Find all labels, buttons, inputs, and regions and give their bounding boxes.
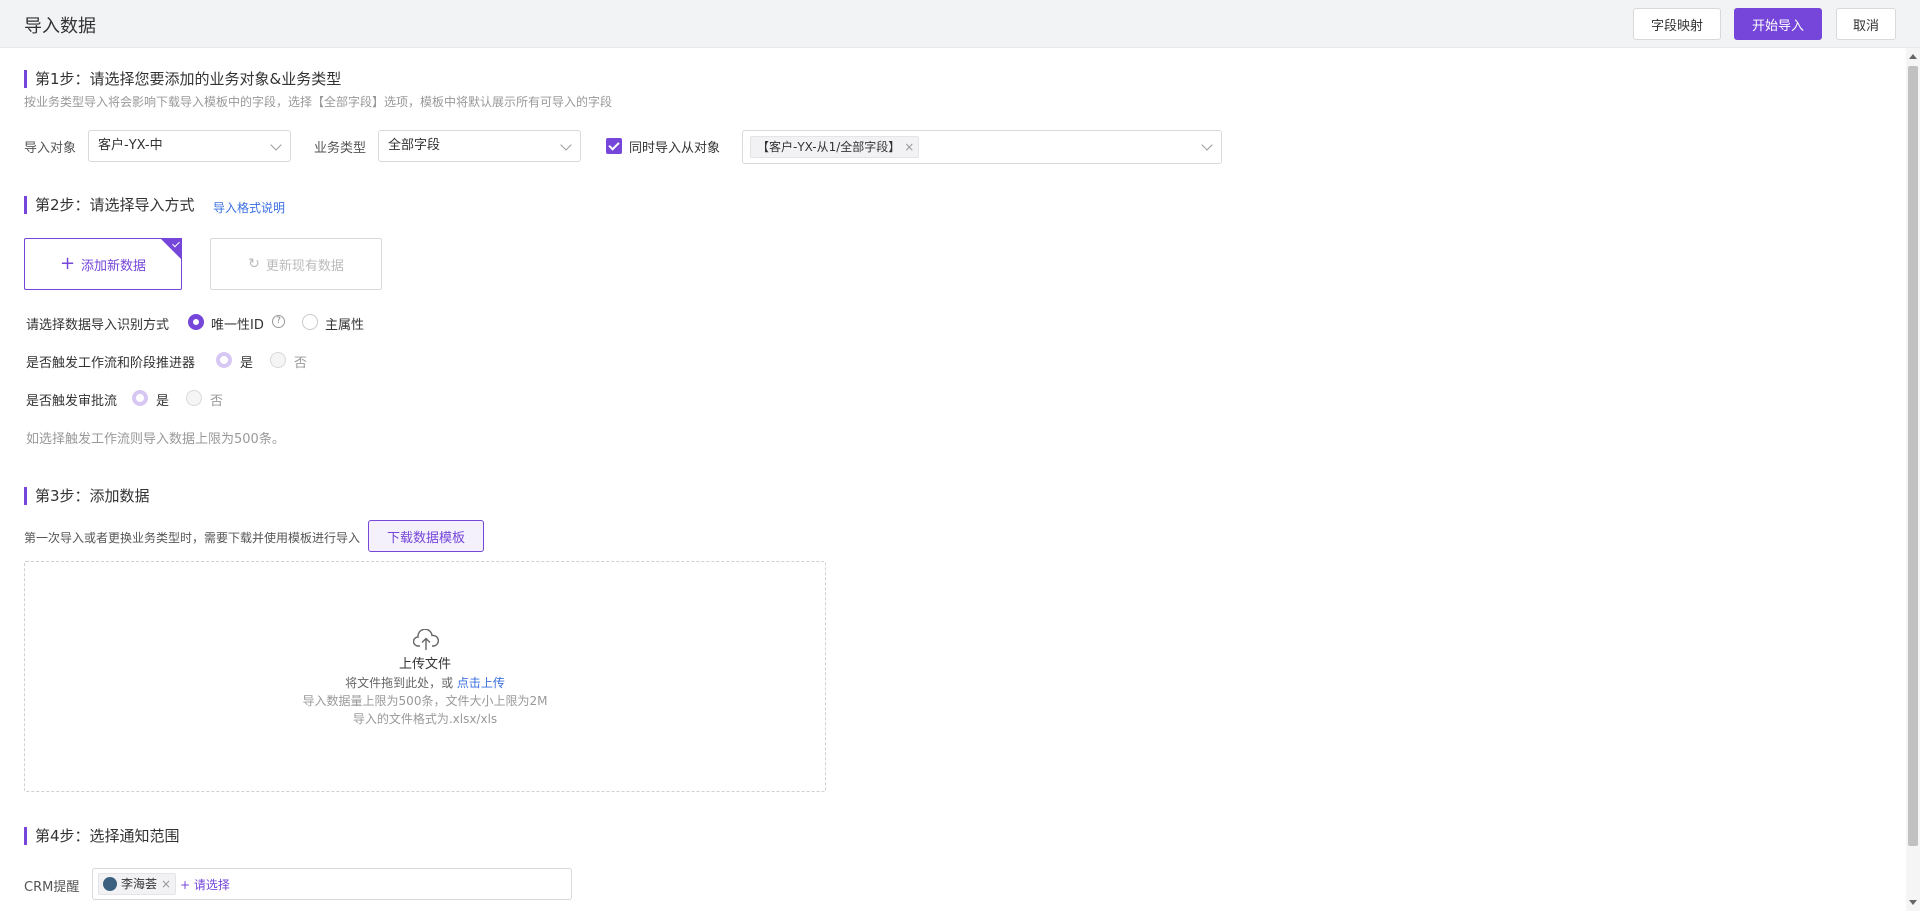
radio-approval-yes[interactable] [132, 390, 148, 406]
vertical-scrollbar[interactable] [1906, 48, 1920, 911]
update-existing-data-label: 更新现有数据 [265, 258, 344, 274]
start-import-button[interactable]: 开始导入 [1734, 8, 1822, 40]
chevron-down-icon [1201, 139, 1213, 151]
cancel-button[interactable]: 取消 [1836, 8, 1896, 40]
add-user-button[interactable]: + 请选择 [180, 876, 230, 893]
plus-icon: + [59, 253, 76, 274]
business-type-select[interactable]: 全部字段 [378, 130, 581, 162]
scrollbar-thumb[interactable] [1908, 66, 1918, 846]
sub-object-checkbox-label: 同时导入从对象 [629, 141, 721, 156]
radio-main-attribute-label: 主属性 [325, 318, 365, 333]
sub-object-checkbox[interactable] [606, 138, 622, 154]
cloud-upload-icon [413, 629, 439, 650]
click-upload-link[interactable]: 点击上传 [457, 676, 505, 690]
upload-format-text: 导入的文件格式为.xlsx/xls [352, 712, 498, 726]
refresh-icon: ↻ [248, 256, 260, 272]
add-new-data-card[interactable]: + 添加新数据 [24, 238, 182, 290]
import-object-label: 导入对象 [24, 141, 77, 156]
import-object-value: 客户-YX-中 [98, 138, 163, 153]
update-existing-data-card[interactable]: ↻ 更新现有数据 [210, 238, 382, 290]
upload-title: 上传文件 [398, 657, 451, 672]
chevron-down-icon [270, 139, 282, 151]
page-title: 导入数据 [24, 16, 96, 37]
add-new-data-label: 添加新数据 [81, 258, 147, 274]
field-mapping-button[interactable]: 字段映射 [1633, 8, 1721, 40]
upload-drag-text: 将文件拖到此处，或 点击上传 [25, 674, 825, 691]
radio-workflow-yes-label: 是 [240, 356, 254, 371]
radio-workflow-yes[interactable] [216, 352, 232, 368]
close-icon[interactable]: × [904, 137, 914, 157]
user-tag-label: 李海荟 [121, 877, 158, 891]
import-format-link[interactable]: 导入格式说明 [213, 199, 285, 216]
workflow-trigger-label: 是否触发工作流和阶段推进器 [26, 356, 196, 371]
radio-approval-yes-label: 是 [156, 394, 170, 409]
step2-title: 第2步：请选择导入方式 [24, 196, 195, 214]
upload-dropzone[interactable]: 上传文件 将文件拖到此处，或 点击上传 导入数据量上限为500条，文件大小上限为… [24, 561, 826, 792]
upload-drag-label: 将文件拖到此处，或 [345, 676, 454, 690]
step3-title: 第3步：添加数据 [24, 487, 150, 505]
radio-approval-no-label: 否 [210, 394, 224, 409]
step1-title: 第1步：请选择您要添加的业务对象&业务类型 [24, 70, 341, 88]
identify-method-label: 请选择数据导入识别方式 [26, 318, 170, 333]
close-icon[interactable]: × [161, 874, 171, 894]
help-icon[interactable]: ? [272, 315, 285, 328]
business-type-value: 全部字段 [388, 138, 441, 153]
sub-object-tag-label: 【客户-YX-从1/全部字段】 [757, 140, 901, 154]
step3-hint: 第一次导入或者更换业务类型时，需要下载并使用模板进行导入 [24, 531, 361, 545]
user-tag: 李海荟 × [98, 873, 177, 895]
step4-title: 第4步：选择通知范围 [24, 827, 180, 845]
import-object-select[interactable]: 客户-YX-中 [88, 130, 291, 162]
crm-reminder-label: CRM提醒 [24, 880, 80, 895]
sub-object-tag: 【客户-YX-从1/全部字段】 × [750, 136, 920, 158]
business-type-label: 业务类型 [314, 141, 367, 156]
step1-hint: 按业务类型导入将会影响下载导入模板中的字段，选择【全部字段】选项，模板中将默认展… [24, 95, 613, 109]
radio-approval-no[interactable] [186, 390, 202, 406]
radio-workflow-no[interactable] [270, 352, 286, 368]
scroll-up-icon[interactable] [1909, 54, 1917, 59]
radio-unique-id[interactable] [188, 314, 204, 330]
chevron-down-icon [560, 139, 572, 151]
page-header: 导入数据 字段映射 开始导入 取消 [0, 0, 1920, 48]
download-template-button[interactable]: 下载数据模板 [368, 520, 484, 552]
avatar [103, 877, 117, 891]
notify-user-picker[interactable]: 李海荟 × + 请选择 [92, 868, 572, 900]
radio-workflow-no-label: 否 [294, 356, 308, 371]
sub-object-select[interactable]: 【客户-YX-从1/全部字段】 × [742, 130, 1222, 164]
radio-main-attribute[interactable] [302, 314, 318, 330]
radio-unique-id-label: 唯一性ID [211, 318, 264, 333]
scroll-down-icon[interactable] [1909, 900, 1917, 905]
upload-limit-text: 导入数据量上限为500条，文件大小上限为2M [302, 694, 548, 708]
workflow-limit-note: 如选择触发工作流则导入数据上限为500条。 [26, 432, 285, 447]
approval-trigger-label: 是否触发审批流 [26, 394, 118, 409]
